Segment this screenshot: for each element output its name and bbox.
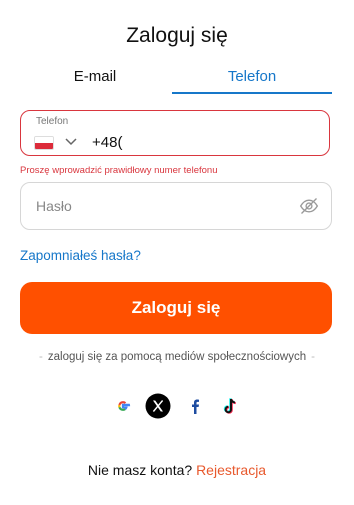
tiktok-icon[interactable] bbox=[217, 393, 243, 419]
tab-email[interactable]: E-mail bbox=[20, 66, 170, 92]
login-tabs: E-mail Telefon bbox=[20, 66, 332, 94]
signup-question: Nie masz konta? bbox=[87, 462, 193, 478]
phone-error-message: Proszę wprowadzić prawidłowy numer telef… bbox=[20, 165, 218, 176]
chevron-down-icon[interactable] bbox=[64, 134, 78, 148]
poland-flag-icon[interactable] bbox=[34, 136, 54, 150]
password-field[interactable]: Hasło bbox=[20, 182, 332, 230]
x-icon[interactable] bbox=[145, 393, 171, 419]
divider-right: - bbox=[311, 351, 315, 363]
google-icon[interactable] bbox=[110, 393, 136, 419]
social-login-caption: - zaloguj się za pomocą mediów społecznoś… bbox=[0, 351, 354, 363]
phone-field[interactable]: Telefon +48( bbox=[20, 110, 330, 156]
divider-left: - bbox=[39, 351, 43, 363]
register-link[interactable]: Rejestracja bbox=[196, 462, 266, 478]
phone-input[interactable]: +48( bbox=[92, 134, 122, 151]
social-login-row bbox=[110, 393, 244, 421]
page-title: Zaloguj się bbox=[126, 24, 228, 47]
tab-phone[interactable]: Telefon bbox=[172, 66, 332, 94]
forgot-password-link[interactable]: Zapomniałeś hasła? bbox=[20, 248, 141, 263]
social-login-text: zaloguj się za pomocą mediów społecznośc… bbox=[47, 351, 307, 363]
password-placeholder: Hasło bbox=[36, 198, 72, 214]
signup-prompt: Nie masz konta? Rejestracja bbox=[0, 462, 354, 478]
login-button[interactable]: Zaloguj się bbox=[20, 282, 332, 334]
facebook-icon[interactable] bbox=[182, 393, 208, 419]
eye-off-icon[interactable] bbox=[299, 196, 319, 216]
phone-field-label: Telefon bbox=[36, 116, 69, 127]
